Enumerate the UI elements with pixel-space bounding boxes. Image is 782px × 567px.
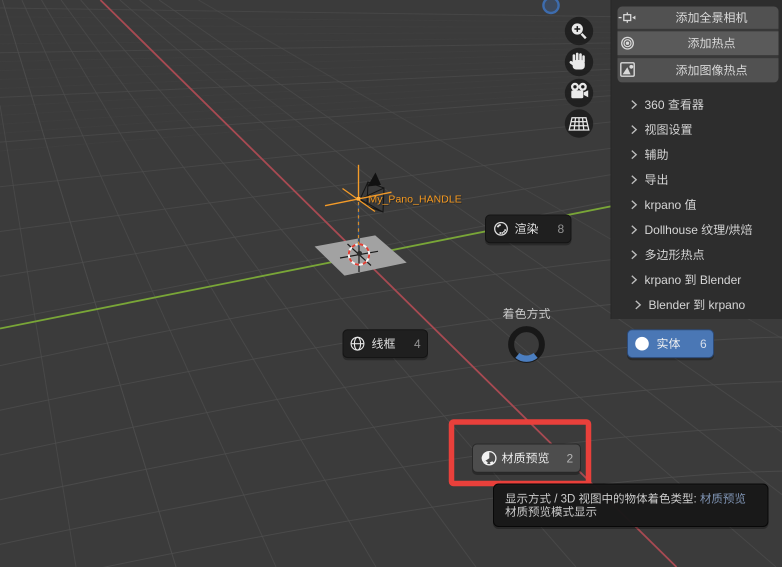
svg-text:8: 8	[558, 222, 565, 236]
svg-text:4: 4	[414, 337, 421, 351]
svg-text:krpano: krpano	[645, 198, 682, 212]
svg-text:krpano: krpano	[645, 273, 682, 287]
svg-text:6: 6	[700, 337, 707, 351]
svg-text:My_Pano_HANDLE: My_Pano_HANDLE	[369, 195, 462, 206]
svg-text:Blender: Blender	[649, 298, 690, 312]
svg-text:Dollhouse: Dollhouse	[645, 223, 699, 237]
svg-text:/ 3D: / 3D	[554, 494, 575, 506]
svg-text:Blender: Blender	[700, 273, 741, 287]
svg-text:360: 360	[645, 98, 665, 112]
svg-text:krpano: krpano	[709, 298, 746, 312]
svg-text::: :	[694, 494, 697, 506]
svg-text:2: 2	[567, 451, 574, 465]
